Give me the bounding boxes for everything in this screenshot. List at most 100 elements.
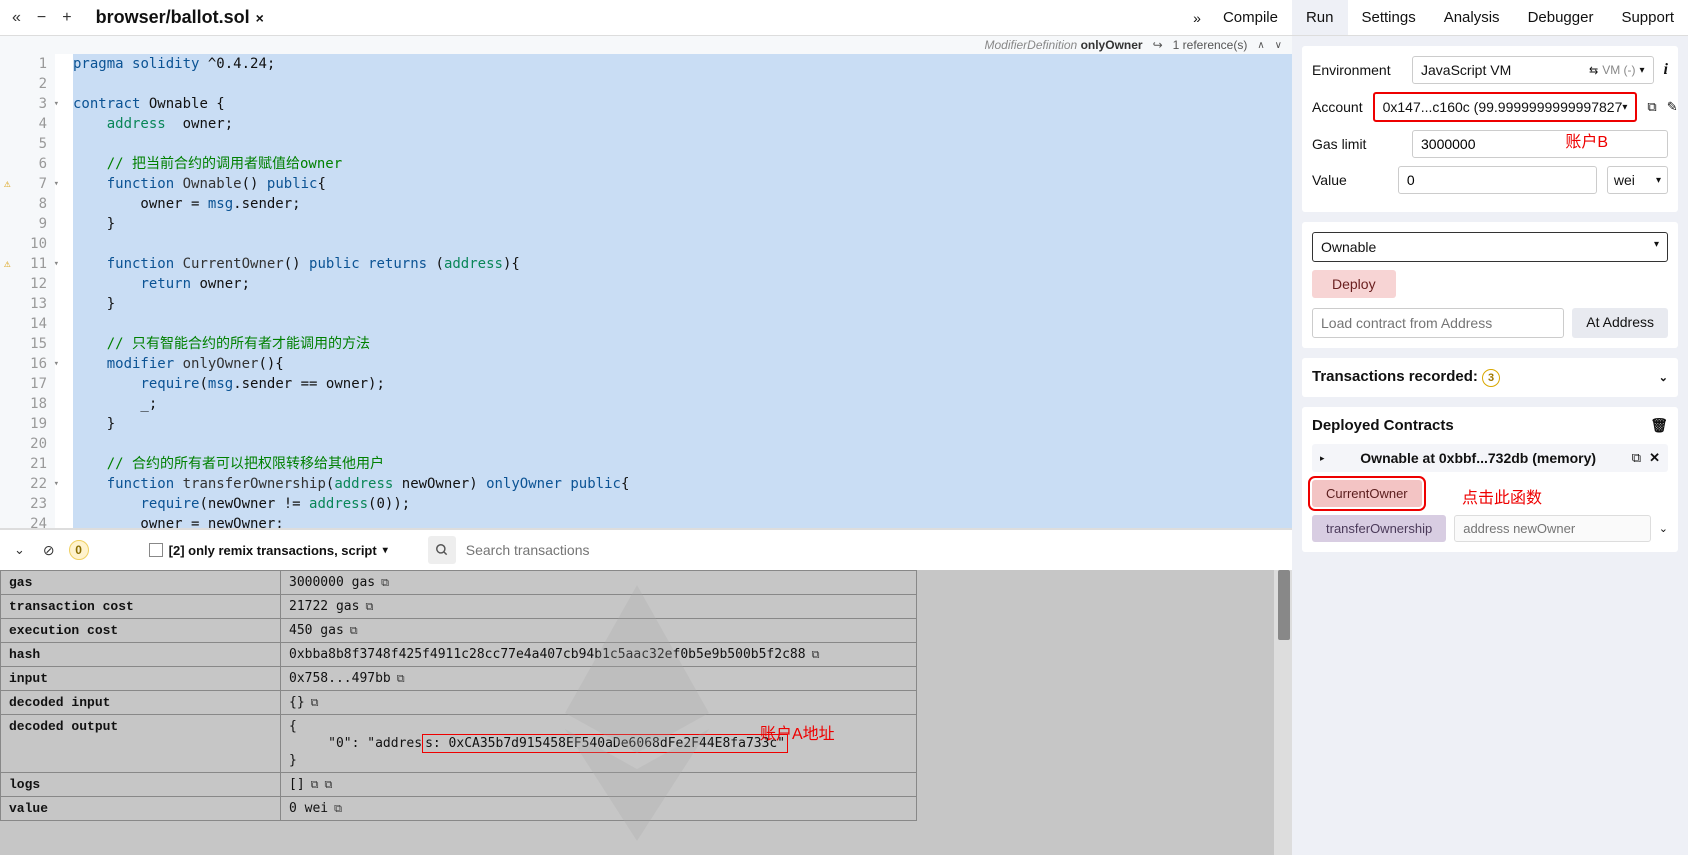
top-bar: « − + browser/ballot.sol × » CompileRunS… — [0, 0, 1688, 36]
value-unit: wei — [1614, 172, 1635, 188]
tx-key: decoded output — [1, 715, 281, 773]
transfer-ownership-input[interactable] — [1454, 515, 1651, 542]
contract-instance[interactable]: ▸ Ownable at 0xbbf...732db (memory) ⧉ ✕ — [1312, 444, 1668, 472]
run-panel: Environment JavaScript VM ⇆ VM (-) ▾ i A… — [1292, 36, 1688, 855]
references-count[interactable]: 1 reference(s) — [1173, 38, 1248, 52]
file-tab-label: browser/ballot.sol — [96, 7, 250, 28]
chevron-down-icon[interactable]: ⌄ — [1659, 522, 1668, 535]
chevrons-left-icon[interactable]: « — [8, 7, 25, 29]
caret-down-icon: ▾ — [383, 545, 388, 556]
annotation-click-fn: 点击此函数 — [1462, 484, 1542, 508]
deploy-button[interactable]: Deploy — [1312, 270, 1396, 298]
tx-value: 0 wei⧉ — [281, 797, 917, 821]
annotation-account-b: 账户B — [1565, 128, 1608, 152]
tx-value: 21722 gas⧉ — [281, 595, 917, 619]
vm-label: VM (-) — [1602, 63, 1635, 77]
tx-key: decoded input — [1, 691, 281, 715]
copy-icon[interactable]: ⧉ — [1632, 450, 1641, 466]
tx-key: hash — [1, 643, 281, 667]
copy-icon[interactable]: ⧉ — [812, 648, 820, 661]
trash-icon[interactable]: 🗑 — [1650, 417, 1668, 434]
tx-value: 450 gas⧉ — [281, 619, 917, 643]
contract-name: Ownable — [1321, 239, 1376, 255]
value-input[interactable] — [1398, 166, 1597, 194]
copy-icon[interactable]: ⧉ — [381, 576, 389, 589]
code-area[interactable]: 1234567891011121314151617181920212223242… — [0, 54, 1292, 528]
gas-label: Gas limit — [1312, 136, 1402, 152]
value-unit-select[interactable]: wei ▾ — [1607, 166, 1668, 194]
search-icon[interactable] — [428, 536, 456, 564]
copy-icon[interactable]: ⧉ — [397, 672, 405, 685]
tx-value: 0x758...497bb⧉ — [281, 667, 917, 691]
load-address-input[interactable] — [1312, 308, 1564, 338]
jump-icon[interactable]: ↪ — [1153, 38, 1163, 52]
tx-key: transaction cost — [1, 595, 281, 619]
minus-icon[interactable]: − — [33, 7, 50, 29]
tab-support[interactable]: Support — [1607, 0, 1688, 35]
gas-limit-input[interactable] — [1412, 130, 1668, 158]
tx-value: 0xbba8b8f3748f425f4911c28cc77e4a407cb94b… — [281, 643, 917, 667]
transfer-ownership-button[interactable]: transferOwnership — [1312, 515, 1446, 542]
deployed-contracts-header: Deployed Contracts — [1312, 417, 1454, 434]
file-tab[interactable]: browser/ballot.sol × — [84, 3, 276, 32]
tx-key: gas — [1, 571, 281, 595]
tx-value: []⧉⧉ — [281, 773, 917, 797]
chevron-down-icon[interactable]: ⌄ — [1659, 371, 1668, 384]
pending-badge: 0 — [69, 540, 89, 560]
copy-icon[interactable]: ⧉ — [1647, 99, 1656, 115]
def-kind: ModifierDefinition — [985, 38, 1078, 52]
filter-dropdown[interactable]: [2] only remix transactions, script ▾ — [149, 543, 388, 558]
def-name: onlyOwner — [1081, 38, 1143, 52]
tab-settings[interactable]: Settings — [1348, 0, 1430, 35]
copy-icon[interactable]: ⧉ — [311, 696, 319, 709]
tx-value: 3000000 gas⧉ — [281, 571, 917, 595]
tab-compile[interactable]: Compile — [1209, 0, 1292, 35]
chevrons-right-icon[interactable]: » — [1185, 10, 1209, 26]
tx-value: {}⧉ — [281, 691, 917, 715]
editor: ModifierDefinition onlyOwner ↪ 1 referen… — [0, 36, 1292, 529]
tx-recorded-label: Transactions recorded: — [1312, 368, 1478, 385]
tx-count-badge: 3 — [1482, 369, 1500, 387]
copy-icon[interactable]: ⧉ — [325, 778, 333, 791]
ban-icon[interactable]: ⊘ — [39, 540, 59, 561]
at-address-button[interactable]: At Address — [1572, 308, 1668, 338]
copy-icon[interactable]: ⧉ — [350, 624, 358, 637]
tx-key: input — [1, 667, 281, 691]
info-icon[interactable]: i — [1664, 61, 1668, 79]
ref-next-icon[interactable]: ∨ — [1275, 40, 1282, 51]
filter-label: [2] only remix transactions, script — [169, 543, 377, 558]
tx-details-table: gas3000000 gas⧉transaction cost21722 gas… — [0, 570, 917, 821]
copy-icon[interactable]: ⧉ — [365, 600, 373, 613]
plus-icon[interactable]: + — [58, 7, 75, 29]
account-select[interactable]: 0x147...c160c (99.9999999999997827 ▾ — [1373, 92, 1638, 122]
edit-icon[interactable]: ✎ — [1667, 99, 1678, 115]
close-icon[interactable]: ✕ — [1649, 450, 1660, 466]
account-value: 0x147...c160c (99.9999999999997827 — [1383, 99, 1623, 115]
search-input[interactable] — [462, 538, 662, 562]
expand-icon[interactable]: ▸ — [1320, 453, 1325, 464]
environment-select[interactable]: JavaScript VM ⇆ VM (-) ▾ — [1412, 56, 1654, 84]
contract-select[interactable]: Ownable ▾ — [1312, 232, 1668, 262]
console-output[interactable]: gas3000000 gas⧉transaction cost21722 gas… — [0, 570, 1274, 855]
scrollbar[interactable] — [1274, 570, 1292, 855]
env-label: Environment — [1312, 62, 1402, 78]
value-label: Value — [1312, 172, 1388, 188]
caret-down-icon: ▾ — [1656, 175, 1661, 186]
swap-icon: ⇆ — [1589, 64, 1598, 77]
current-owner-button[interactable]: CurrentOwner — [1312, 480, 1422, 507]
editor-info-bar: ModifierDefinition onlyOwner ↪ 1 referen… — [0, 36, 1292, 54]
tab-analysis[interactable]: Analysis — [1430, 0, 1514, 35]
tab-debugger[interactable]: Debugger — [1514, 0, 1608, 35]
tx-recorded-row[interactable]: Transactions recorded: 3 ⌄ — [1312, 368, 1668, 387]
ref-prev-icon[interactable]: ∧ — [1257, 40, 1264, 51]
copy-icon[interactable]: ⧉ — [334, 802, 342, 815]
tab-run[interactable]: Run — [1292, 0, 1348, 35]
tx-key: value — [1, 797, 281, 821]
tx-key: logs — [1, 773, 281, 797]
account-label: Account — [1312, 99, 1363, 115]
chevron-down-icon[interactable]: ⌄ — [10, 540, 29, 560]
close-icon[interactable]: × — [256, 10, 264, 26]
copy-icon[interactable]: ⧉ — [311, 778, 319, 791]
tx-key: execution cost — [1, 619, 281, 643]
caret-down-icon: ▾ — [1640, 65, 1645, 76]
